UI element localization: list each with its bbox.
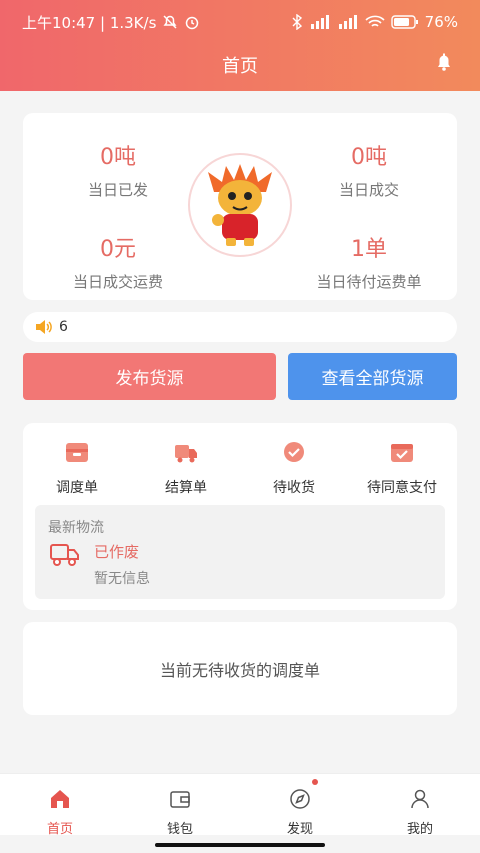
menu-card: 调度单 结算单 待收货 待同意支付 最新物流 已作废 暂无信息 [23, 423, 457, 610]
speaker-icon [36, 320, 52, 334]
stat-label: 当日待付运费单 [316, 273, 422, 291]
empty-message: 当前无待收货的调度单 [159, 660, 320, 680]
stat-value: 1单 [351, 237, 387, 262]
logistics-status: 已作废 [94, 543, 140, 561]
tab-label: 首页 [46, 822, 73, 837]
status-time: 上午10:47 | 1.3K/s [22, 13, 157, 32]
stat-label: 当日已发 [87, 181, 148, 199]
mute-icon [163, 15, 177, 29]
mascot-image [188, 153, 292, 257]
tab-label: 钱包 [166, 822, 193, 837]
menu-item-settlement[interactable]: 结算单 [136, 441, 236, 497]
status-bar: 上午10:47 | 1.3K/s 76% [22, 10, 458, 34]
header: 上午10:47 | 1.3K/s 76% 首页 [0, 0, 480, 91]
check-box-icon [391, 444, 413, 462]
home-indicator [155, 843, 325, 847]
bottom-tab-bar: 首页 钱包 发现 我的 [0, 773, 480, 837]
tab-label: 发现 [286, 822, 313, 837]
truck-icon [175, 445, 197, 463]
bluetooth-icon [292, 14, 302, 30]
stat-shipped[interactable]: 0吨 当日已发 [43, 139, 193, 200]
bell-icon[interactable] [434, 52, 454, 72]
tab-discover[interactable]: 发现 [240, 774, 360, 837]
alarm-icon [186, 16, 199, 30]
dispatch-icon [66, 443, 88, 462]
stat-label: 当日成交运费 [72, 273, 163, 291]
tab-label: 我的 [406, 822, 433, 837]
stat-label: 当日成交 [338, 181, 399, 199]
latest-logistics[interactable]: 最新物流 已作废 暂无信息 [35, 505, 445, 599]
tab-mine[interactable]: 我的 [360, 774, 480, 837]
truck-icon [50, 544, 79, 566]
stat-freight[interactable]: 0元 当日成交运费 [43, 231, 193, 292]
menu-item-label: 待收货 [273, 480, 315, 496]
stat-deal[interactable]: 0吨 当日成交 [294, 139, 444, 200]
menu-item-pending-pay[interactable]: 待同意支付 [352, 441, 452, 497]
logistics-info: 暂无信息 [94, 571, 150, 587]
notification-dot [312, 779, 318, 785]
empty-dispatch-card: 当前无待收货的调度单 [23, 622, 457, 715]
menu-item-label: 结算单 [165, 480, 207, 496]
battery-level: 76% [424, 13, 458, 31]
logistics-header: 最新物流 [48, 520, 104, 536]
stats-card: 0吨 当日已发 0吨 当日成交 0元 当日成交运费 1单 当日待付运费单 [23, 113, 457, 300]
menu-item-label: 待同意支付 [367, 480, 437, 496]
home-icon [51, 790, 69, 808]
check-circle-icon [284, 442, 304, 462]
battery-icon [390, 15, 418, 29]
menu-item-to-receive[interactable]: 待收货 [244, 441, 344, 497]
tab-wallet[interactable]: 钱包 [120, 774, 240, 837]
wifi-icon [365, 15, 385, 27]
user-icon [411, 789, 429, 809]
stat-value: 0吨 [100, 145, 136, 170]
view-all-cargo-button[interactable]: 查看全部货源 [288, 353, 457, 400]
signal-icon [310, 15, 329, 29]
compass-icon [290, 789, 310, 809]
publish-cargo-button[interactable]: 发布货源 [23, 353, 276, 400]
menu-item-label: 调度单 [56, 480, 98, 496]
notice-count: 6 [59, 319, 68, 335]
page-title: 首页 [222, 56, 258, 77]
tab-home[interactable]: 首页 [0, 774, 120, 837]
stat-value: 0吨 [351, 145, 387, 170]
notice-bar[interactable]: 6 [23, 312, 457, 342]
stat-pending[interactable]: 1单 当日待付运费单 [294, 231, 444, 292]
stat-value: 0元 [100, 237, 136, 262]
signal-icon [338, 15, 357, 29]
wallet-icon [170, 791, 190, 808]
menu-item-dispatch[interactable]: 调度单 [27, 441, 127, 497]
